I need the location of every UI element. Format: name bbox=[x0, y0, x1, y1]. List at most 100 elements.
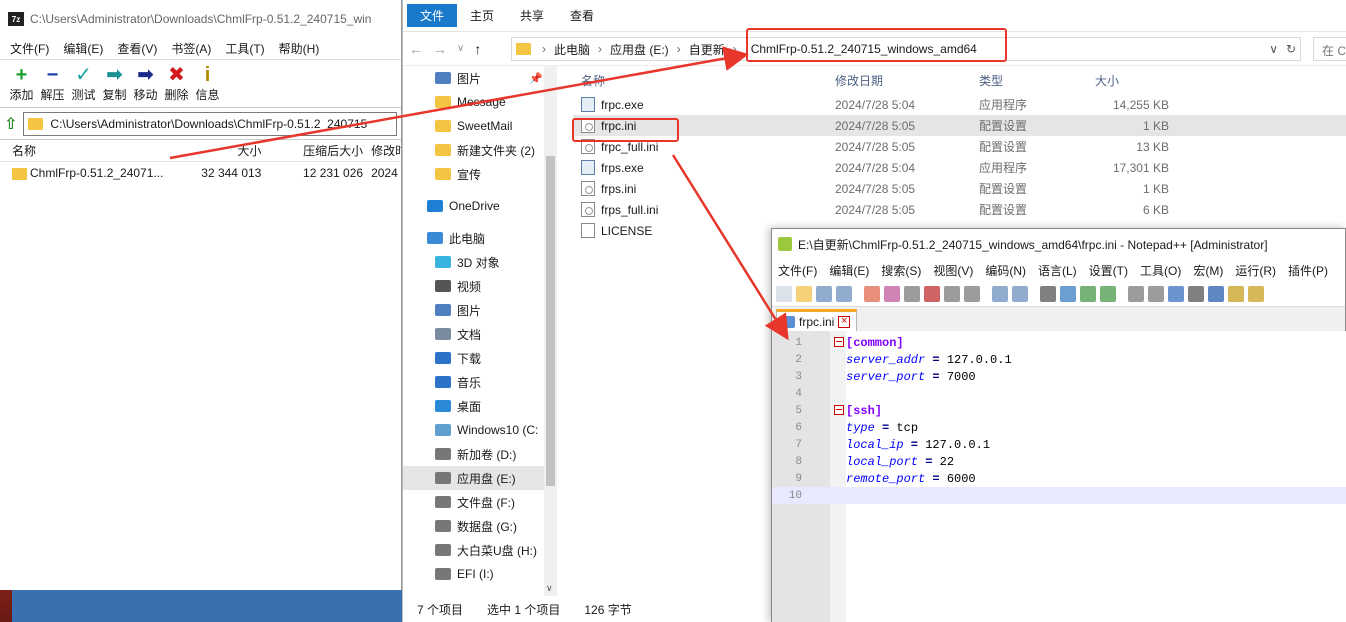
breadcrumb-drive-e[interactable]: 应用盘 (E:) bbox=[610, 41, 669, 58]
col-name[interactable]: 名称 bbox=[573, 72, 835, 89]
sync-v-icon[interactable] bbox=[1128, 285, 1144, 302]
nav-item[interactable]: SweetMail bbox=[403, 114, 556, 138]
nav-item[interactable]: 此电脑 bbox=[403, 226, 556, 250]
nav-item[interactable]: 新加卷 (D:) bbox=[403, 442, 556, 466]
code-line[interactable]: 10 bbox=[772, 487, 1346, 504]
code-line[interactable]: 8 local_port = 22 bbox=[772, 453, 1346, 470]
file-row[interactable]: frpc.ini 2024/7/28 5:05 配置设置 1 KB bbox=[573, 115, 1346, 136]
col-type[interactable]: 类型 bbox=[979, 72, 1079, 89]
7zip-menu-item[interactable]: 文件(F) bbox=[10, 40, 49, 57]
forward-icon[interactable]: → bbox=[433, 41, 447, 57]
npp-menu-item[interactable]: 文件(F) bbox=[778, 262, 817, 279]
new-file-icon[interactable] bbox=[776, 285, 792, 302]
nav-scrollbar[interactable]: ∨ bbox=[544, 66, 557, 596]
7zip-tool-button[interactable]: ➡ 移动 bbox=[130, 60, 161, 107]
col-name[interactable]: 名称 bbox=[0, 142, 168, 159]
ribbon-tab[interactable]: 主页 bbox=[457, 0, 507, 31]
7zip-menu-item[interactable]: 书签(A) bbox=[171, 40, 211, 57]
nav-item[interactable]: 数据盘 (G:) bbox=[403, 514, 556, 538]
undo-icon[interactable] bbox=[992, 285, 1008, 302]
file-row[interactable]: frps_full.ini 2024/7/28 5:05 配置设置 6 KB bbox=[573, 199, 1346, 220]
doc-map-icon[interactable] bbox=[1228, 285, 1244, 302]
breadcrumb[interactable]: › 此电脑 › 应用盘 (E:) › 自更新 › ChmlFrp-0.51.2_… bbox=[511, 37, 1301, 61]
code-line[interactable]: 3 server_port = 7000 bbox=[772, 368, 1346, 385]
7zip-menu-item[interactable]: 帮助(H) bbox=[279, 40, 320, 57]
indent-guide-icon[interactable] bbox=[1208, 285, 1224, 302]
open-file-icon[interactable] bbox=[796, 285, 812, 302]
7zip-path-input[interactable]: C:\Users\Administrator\Downloads\ChmlFrp… bbox=[23, 111, 397, 136]
cut-icon[interactable] bbox=[924, 285, 940, 302]
npp-menu-item[interactable]: 工具(O) bbox=[1140, 262, 1181, 279]
file-row[interactable]: frpc.exe 2024/7/28 5:04 应用程序 14,255 KB bbox=[573, 94, 1346, 115]
code-editor[interactable]: 1 [common] 2 server_addr = 127.0.0.1 3 server… bbox=[772, 331, 1346, 622]
code-line[interactable]: 4 bbox=[772, 385, 1346, 402]
save-icon[interactable] bbox=[816, 285, 832, 302]
code-line[interactable]: 2 server_addr = 127.0.0.1 bbox=[772, 351, 1346, 368]
nav-item[interactable]: EFI (I:) bbox=[403, 562, 556, 586]
fold-toggle-icon[interactable] bbox=[834, 337, 844, 347]
search-input[interactable]: 在 C bbox=[1313, 37, 1346, 61]
7zip-tool-button[interactable]: + 添加 bbox=[6, 60, 37, 107]
fold-toggle-icon[interactable] bbox=[834, 405, 844, 415]
npp-menu-item[interactable]: 视图(V) bbox=[933, 262, 973, 279]
7zip-menu-item[interactable]: 查看(V) bbox=[117, 40, 157, 57]
paste-icon[interactable] bbox=[964, 285, 980, 302]
nav-item[interactable]: 文件盘 (F:) bbox=[403, 490, 556, 514]
7zip-menu-item[interactable]: 工具(T) bbox=[225, 40, 264, 57]
7zip-tool-button[interactable]: − 解压 bbox=[37, 60, 68, 107]
nav-item[interactable]: OneDrive bbox=[403, 194, 556, 218]
breadcrumb-folder[interactable]: 自更新 bbox=[689, 41, 725, 58]
npp-menu-item[interactable]: 编辑(E) bbox=[829, 262, 869, 279]
breadcrumb-this-pc[interactable]: 此电脑 bbox=[554, 41, 590, 58]
col-size[interactable]: 大小 bbox=[1079, 72, 1169, 89]
ribbon-tab[interactable]: 查看 bbox=[557, 0, 607, 31]
code-line[interactable]: 5 [ssh] bbox=[772, 402, 1346, 419]
nav-item[interactable]: 文档 bbox=[403, 322, 556, 346]
sync-h-icon[interactable] bbox=[1148, 285, 1164, 302]
function-list-icon[interactable] bbox=[1248, 285, 1264, 302]
7zip-tool-button[interactable]: ➡ 复制 bbox=[99, 60, 130, 107]
wrap-icon[interactable] bbox=[1168, 285, 1184, 302]
npp-menu-item[interactable]: 设置(T) bbox=[1089, 262, 1128, 279]
npp-menu-item[interactable]: 搜索(S) bbox=[881, 262, 921, 279]
nav-item[interactable]: 新建文件夹 (2) bbox=[403, 138, 556, 162]
col-packed[interactable]: 压缩后大小 bbox=[261, 142, 363, 159]
nav-item[interactable]: 3D 对象 bbox=[403, 250, 556, 274]
close-tab-icon[interactable]: × bbox=[838, 315, 851, 328]
code-line[interactable]: 7 local_ip = 127.0.0.1 bbox=[772, 436, 1346, 453]
code-line[interactable]: 1 [common] bbox=[772, 334, 1346, 351]
col-size[interactable]: 大小 bbox=[168, 142, 261, 159]
zoom-out-icon[interactable] bbox=[1100, 285, 1116, 302]
copy-icon[interactable] bbox=[944, 285, 960, 302]
7zip-tool-button[interactable]: i 信息 bbox=[192, 60, 223, 107]
nav-item[interactable]: 应用盘 (E:) bbox=[403, 466, 556, 490]
npp-menu-item[interactable]: 插件(P) bbox=[1288, 262, 1328, 279]
nav-item[interactable]: 桌面 bbox=[403, 394, 556, 418]
redo-icon[interactable] bbox=[1012, 285, 1028, 302]
print-icon[interactable] bbox=[904, 285, 920, 302]
breadcrumb-current[interactable]: ChmlFrp-0.51.2_240715_windows_amd64 bbox=[751, 42, 977, 56]
nav-item[interactable]: 宣传 bbox=[403, 162, 556, 186]
zoom-in-icon[interactable] bbox=[1080, 285, 1096, 302]
notepadpp-titlebar[interactable]: E:\自更新\ChmlFrp-0.51.2_240715_windows_amd… bbox=[772, 229, 1345, 259]
up-folder-icon[interactable]: ⇧ bbox=[4, 114, 17, 134]
code-line[interactable]: 9 remote_port = 6000 bbox=[772, 470, 1346, 487]
code-line[interactable]: 6 type = tcp bbox=[772, 419, 1346, 436]
find-icon[interactable] bbox=[1040, 285, 1056, 302]
up-arrow-icon[interactable]: ↑ bbox=[474, 41, 481, 57]
nav-item[interactable]: 图片 bbox=[403, 298, 556, 322]
7zip-titlebar[interactable]: 7z C:\Users\Administrator\Downloads\Chml… bbox=[0, 0, 401, 38]
close-all-icon[interactable] bbox=[884, 285, 900, 302]
show-all-chars-icon[interactable] bbox=[1188, 285, 1204, 302]
npp-menu-item[interactable]: 宏(M) bbox=[1193, 262, 1223, 279]
7zip-tool-button[interactable]: ✓ 测试 bbox=[68, 60, 99, 107]
nav-item[interactable]: Message bbox=[403, 90, 556, 114]
col-modified[interactable]: 修改日期 bbox=[835, 72, 979, 89]
ribbon-tab[interactable]: 文件 bbox=[407, 4, 458, 27]
nav-item[interactable]: 视频 bbox=[403, 274, 556, 298]
col-modified[interactable]: 修改时 bbox=[363, 142, 401, 159]
7zip-menu-item[interactable]: 编辑(E) bbox=[63, 40, 103, 57]
nav-item[interactable]: 下载 bbox=[403, 346, 556, 370]
scroll-down-icon[interactable]: ∨ bbox=[546, 583, 553, 594]
dropdown-chevron-icon[interactable]: ∨ bbox=[1269, 42, 1278, 56]
